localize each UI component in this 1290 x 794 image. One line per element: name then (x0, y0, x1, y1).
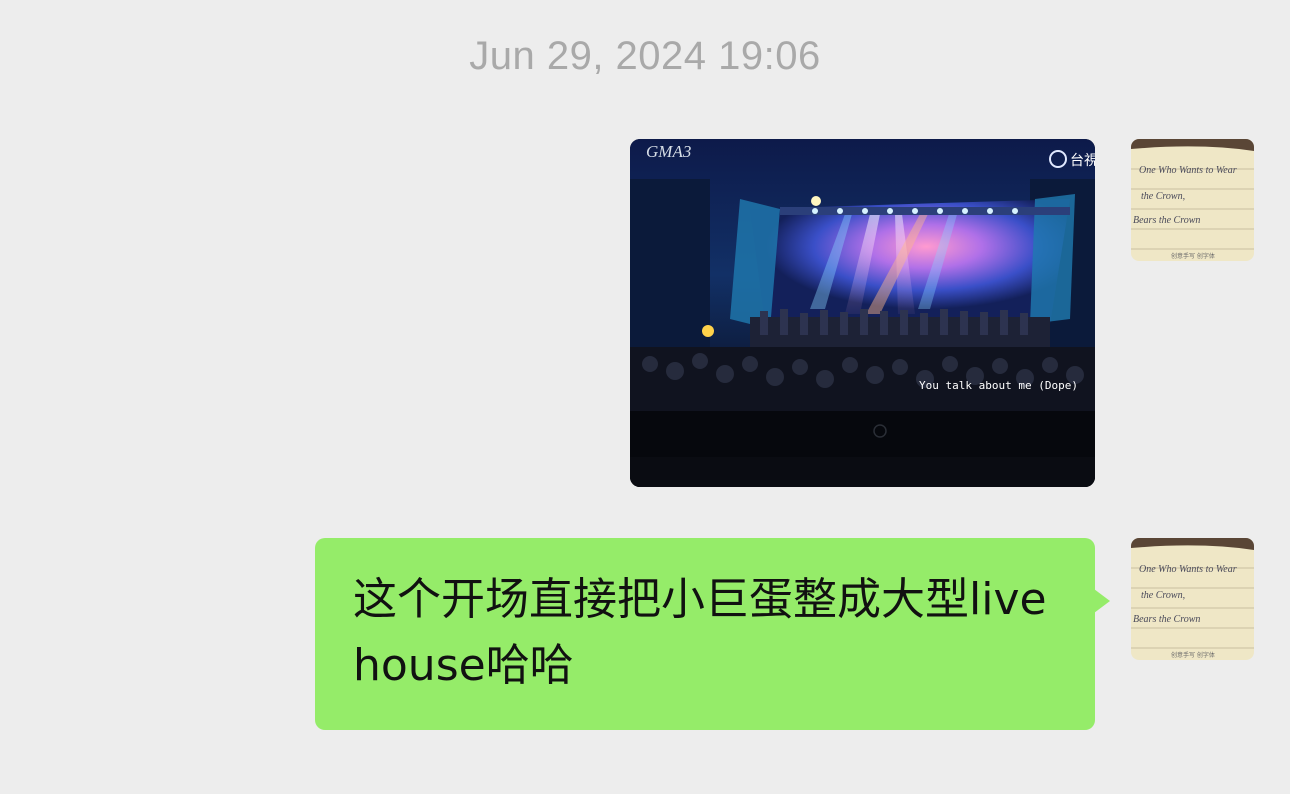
avatar[interactable]: One Who Wants to Wear the Crown, Bears t… (1131, 538, 1254, 660)
avatar-caption: 创意手写 创字体 (1171, 252, 1215, 260)
image-message[interactable]: GMA3 台視 You talk about me (Dope) (630, 139, 1095, 487)
handwriting-line: Bears the Crown (1133, 614, 1200, 625)
channel-logo: GMA3 (646, 142, 691, 161)
avatar[interactable]: One Who Wants to Wear the Crown, Bears t… (1131, 139, 1254, 261)
handwriting-line: One Who Wants to Wear (1139, 564, 1237, 575)
handwriting-line: One Who Wants to Wear (1139, 165, 1237, 176)
avatar-caption: 创意手写 创字体 (1171, 651, 1215, 659)
avatar-image: One Who Wants to Wear the Crown, Bears t… (1131, 139, 1254, 261)
broadcaster-logo: 台視 (1070, 153, 1095, 169)
message-bubble[interactable]: 这个开场直接把小巨蛋整成大型livehouse哈哈 (315, 538, 1095, 730)
handwriting-line: the Crown, (1141, 191, 1185, 202)
avatar-image: One Who Wants to Wear the Crown, Bears t… (1131, 538, 1254, 660)
message-text: 这个开场直接把小巨蛋整成大型livehouse哈哈 (353, 574, 1047, 691)
handwriting-line: the Crown, (1141, 590, 1185, 601)
concert-photo: GMA3 台視 You talk about me (Dope) (630, 139, 1095, 487)
chat-timestamp: Jun 29, 2024 19:06 (469, 34, 821, 78)
video-subtitle: You talk about me (Dope) (919, 379, 1078, 392)
handwriting-line: Bears the Crown (1133, 215, 1200, 226)
bubble-tail (1094, 589, 1110, 613)
